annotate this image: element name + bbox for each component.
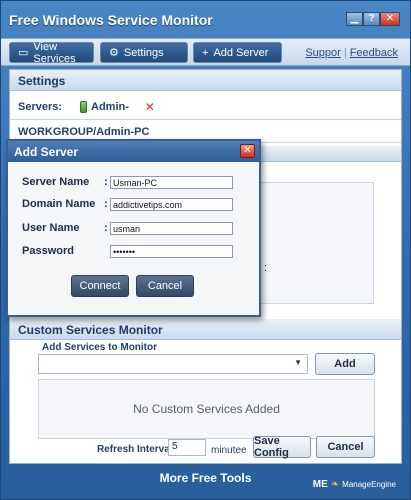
dialog-close-button[interactable]: ✕ xyxy=(240,144,255,158)
services-select[interactable]: ▼ xyxy=(38,354,308,374)
minimize-button[interactable]: ▁ xyxy=(346,12,363,26)
user-name-label: User Name xyxy=(22,222,80,234)
top-links: Suppor | Feedback xyxy=(305,47,398,59)
view-services-label: View Services xyxy=(33,40,76,65)
remove-server-icon[interactable]: ✕ xyxy=(145,100,155,114)
divider xyxy=(10,119,401,120)
server-name-row: Server Name : Usman-PC xyxy=(22,174,233,190)
empty-list-text: No Custom Services Added xyxy=(133,402,280,416)
window-title: Free Windows Service Monitor xyxy=(9,12,213,28)
domain-name-row: Domain Name : addictivetips.com xyxy=(22,196,233,212)
refresh-interval-label: Refresh Interval xyxy=(97,444,173,455)
add-services-label: Add Services to Monitor xyxy=(42,342,158,353)
workgroup-label: WORKGROUP/Admin-PC xyxy=(18,126,150,138)
add-server-dialog: Add Server ✕ Server Name : Usman-PC Doma… xyxy=(6,139,261,317)
add-service-button[interactable]: Add xyxy=(315,353,375,375)
title-bar: Free Windows Service Monitor ▁ ? ✕ xyxy=(1,1,410,37)
brand-name: ManageEngine xyxy=(342,480,396,489)
add-server-button[interactable]: + Add Server xyxy=(193,42,282,63)
support-link[interactable]: Suppor xyxy=(305,47,340,59)
monitor-icon: ▭ xyxy=(18,47,29,59)
minutes-label: minutee xyxy=(211,445,247,456)
footer: More Free Tools ME ❧ ManageEngine xyxy=(1,466,410,499)
password-row: Password ••••••• xyxy=(22,243,233,259)
brand-logo: ME ❧ ManageEngine xyxy=(313,479,396,490)
custom-services-header: Custom Services Monitor xyxy=(10,319,401,340)
close-button[interactable]: ✕ xyxy=(380,12,400,26)
chevron-down-icon: ▼ xyxy=(294,358,302,367)
settings-header: Settings xyxy=(10,70,401,91)
server-name-label: Server Name xyxy=(22,176,90,188)
server-name-input[interactable]: Usman-PC xyxy=(110,175,233,189)
servers-label: Servers: xyxy=(18,101,63,113)
plus-icon: + xyxy=(202,46,209,59)
custom-services-list: No Custom Services Added xyxy=(38,379,375,439)
settings-label: Settings xyxy=(123,46,164,59)
view-services-button[interactable]: ▭ View Services xyxy=(9,40,94,65)
leaf-icon: ❧ xyxy=(330,479,340,490)
password-label: Password xyxy=(22,245,74,257)
brand-me: ME xyxy=(312,479,328,490)
gear-icon: ⚙ xyxy=(109,47,119,59)
domain-name-input[interactable]: addictivetips.com xyxy=(110,197,233,211)
server-name: Admin- xyxy=(91,101,129,113)
servers-row: Servers: Admin- ✕ xyxy=(18,100,155,114)
add-server-label: Add Server xyxy=(213,46,269,59)
settings-button[interactable]: ⚙ Settings xyxy=(100,42,188,63)
save-config-button[interactable]: Save Config xyxy=(253,435,311,459)
user-name-input[interactable]: usman xyxy=(110,221,233,235)
feedback-link[interactable]: Feedback xyxy=(350,47,398,59)
cancel-button[interactable]: Cancel xyxy=(316,436,375,458)
toolbar: ▭ View Services ⚙ Settings + Add Server … xyxy=(1,38,410,66)
detail-fragment: : xyxy=(264,262,268,274)
dialog-cancel-button[interactable]: Cancel xyxy=(136,275,194,297)
window-controls: ▁ ? ✕ xyxy=(346,12,400,26)
connect-button[interactable]: Connect xyxy=(71,275,129,297)
help-button[interactable]: ? xyxy=(363,12,380,26)
dialog-title: Add Server xyxy=(8,141,259,162)
refresh-interval-input[interactable]: 5 xyxy=(168,439,206,456)
domain-name-label: Domain Name xyxy=(22,198,96,210)
password-input[interactable]: ••••••• xyxy=(110,244,233,258)
user-name-row: User Name : usman xyxy=(22,220,233,236)
server-chip[interactable]: Admin- xyxy=(80,101,129,113)
link-separator: | xyxy=(343,47,347,59)
server-icon xyxy=(80,101,87,113)
